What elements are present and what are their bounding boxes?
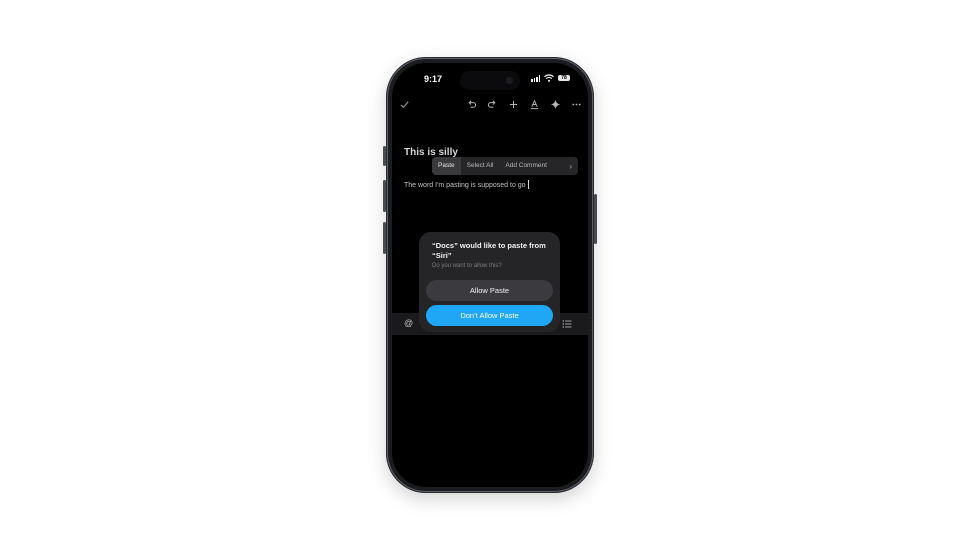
menu-item-add-comment[interactable]: Add Comment xyxy=(499,157,553,175)
dynamic-island xyxy=(460,71,520,90)
document-body-text: The word I'm pasting is supposed to go xyxy=(404,182,526,189)
text-context-menu: Paste Select All Add Comment › xyxy=(432,157,578,175)
volume-up-button xyxy=(383,180,386,212)
check-icon[interactable] xyxy=(398,99,410,111)
allow-paste-button[interactable]: Allow Paste xyxy=(426,280,553,301)
text-cursor xyxy=(527,180,529,189)
menu-item-select-all[interactable]: Select All xyxy=(461,157,500,175)
power-button xyxy=(594,194,597,244)
document-body[interactable]: The word I'm pasting is supposed to go xyxy=(404,180,529,189)
status-time: 9:17 xyxy=(424,74,443,84)
more-icon[interactable] xyxy=(570,99,582,111)
paste-permission-dialog: “Docs” would like to paste from “Siri” D… xyxy=(419,232,560,332)
redo-icon[interactable] xyxy=(486,99,498,111)
menu-item-paste[interactable]: Paste xyxy=(432,157,461,175)
status-indicators: 78 xyxy=(531,74,570,82)
sparkle-icon[interactable] xyxy=(549,99,561,111)
dialog-title: “Docs” would like to paste from “Siri” xyxy=(432,241,546,260)
plus-icon[interactable] xyxy=(507,99,519,111)
mention-icon[interactable]: @ xyxy=(404,318,413,328)
camera-icon xyxy=(506,77,513,84)
wifi-icon xyxy=(544,74,554,82)
volume-down-button xyxy=(383,222,386,254)
docs-toolbar xyxy=(392,97,588,115)
cellular-signal-icon xyxy=(531,74,540,82)
list-icon[interactable] xyxy=(562,319,572,329)
dialog-subtitle: Do you want to allow this? xyxy=(432,263,502,269)
undo-icon[interactable] xyxy=(465,99,477,111)
battery-icon: 78 xyxy=(558,75,570,81)
text-format-icon[interactable] xyxy=(528,99,540,111)
phone-screen: 9:17 78 This is silly Paste Select All A… xyxy=(392,63,588,487)
chevron-right-icon[interactable]: › xyxy=(563,162,578,171)
dont-allow-paste-button[interactable]: Don’t Allow Paste xyxy=(426,305,553,326)
action-button xyxy=(383,146,386,166)
